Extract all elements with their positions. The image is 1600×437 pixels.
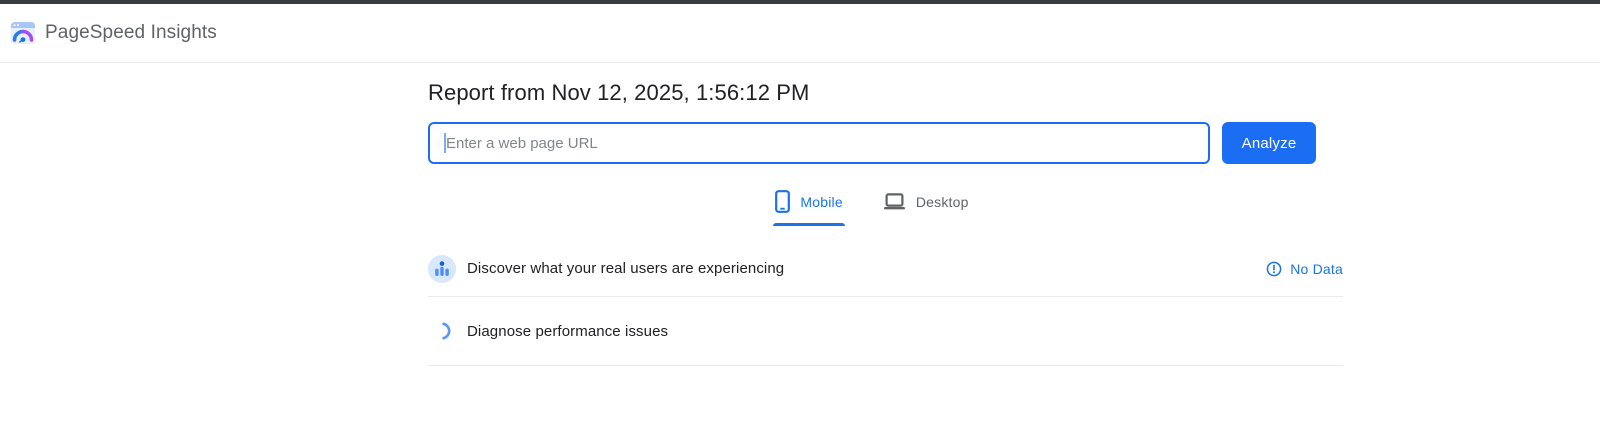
device-tabs: Mobile Desktop: [428, 188, 1316, 226]
app-title: PageSpeed Insights: [45, 22, 217, 43]
url-input-wrap: [428, 122, 1210, 164]
report-main: Report from Nov 12, 2025, 1:56:12 PM Ana…: [428, 63, 1343, 366]
error-outline-icon: [1266, 261, 1282, 277]
field-data-title-group: Discover what your real users are experi…: [428, 254, 785, 283]
field-data-section-header: Discover what your real users are experi…: [428, 241, 1343, 297]
app-header: PageSpeed Insights: [0, 4, 1600, 63]
brand-home-link[interactable]: PageSpeed Insights: [10, 20, 217, 46]
url-search-row: Analyze: [428, 122, 1316, 164]
tab-mobile-label: Mobile: [800, 193, 843, 210]
tab-desktop-label: Desktop: [915, 193, 969, 210]
pagespeed-logo-icon: [10, 20, 36, 46]
lab-data-title: Diagnose performance issues: [467, 322, 669, 340]
tab-mobile[interactable]: Mobile: [773, 188, 846, 226]
lab-data-section-header: Diagnose performance issues: [428, 297, 1343, 366]
tab-desktop[interactable]: Desktop: [881, 188, 971, 226]
no-data-label: No Data: [1290, 260, 1343, 277]
field-data-title: Discover what your real users are experi…: [467, 260, 785, 277]
report-heading: Report from Nov 12, 2025, 1:56:12 PM: [428, 80, 810, 105]
laptop-icon: [883, 193, 906, 210]
loading-arc-icon: [428, 322, 456, 340]
analyze-button[interactable]: Analyze: [1222, 122, 1316, 164]
smartphone-icon: [775, 190, 791, 213]
real-users-icon: [428, 254, 456, 283]
url-input[interactable]: [428, 122, 1210, 164]
text-caret: [444, 133, 446, 153]
no-data-status-badge[interactable]: No Data: [1266, 261, 1343, 277]
